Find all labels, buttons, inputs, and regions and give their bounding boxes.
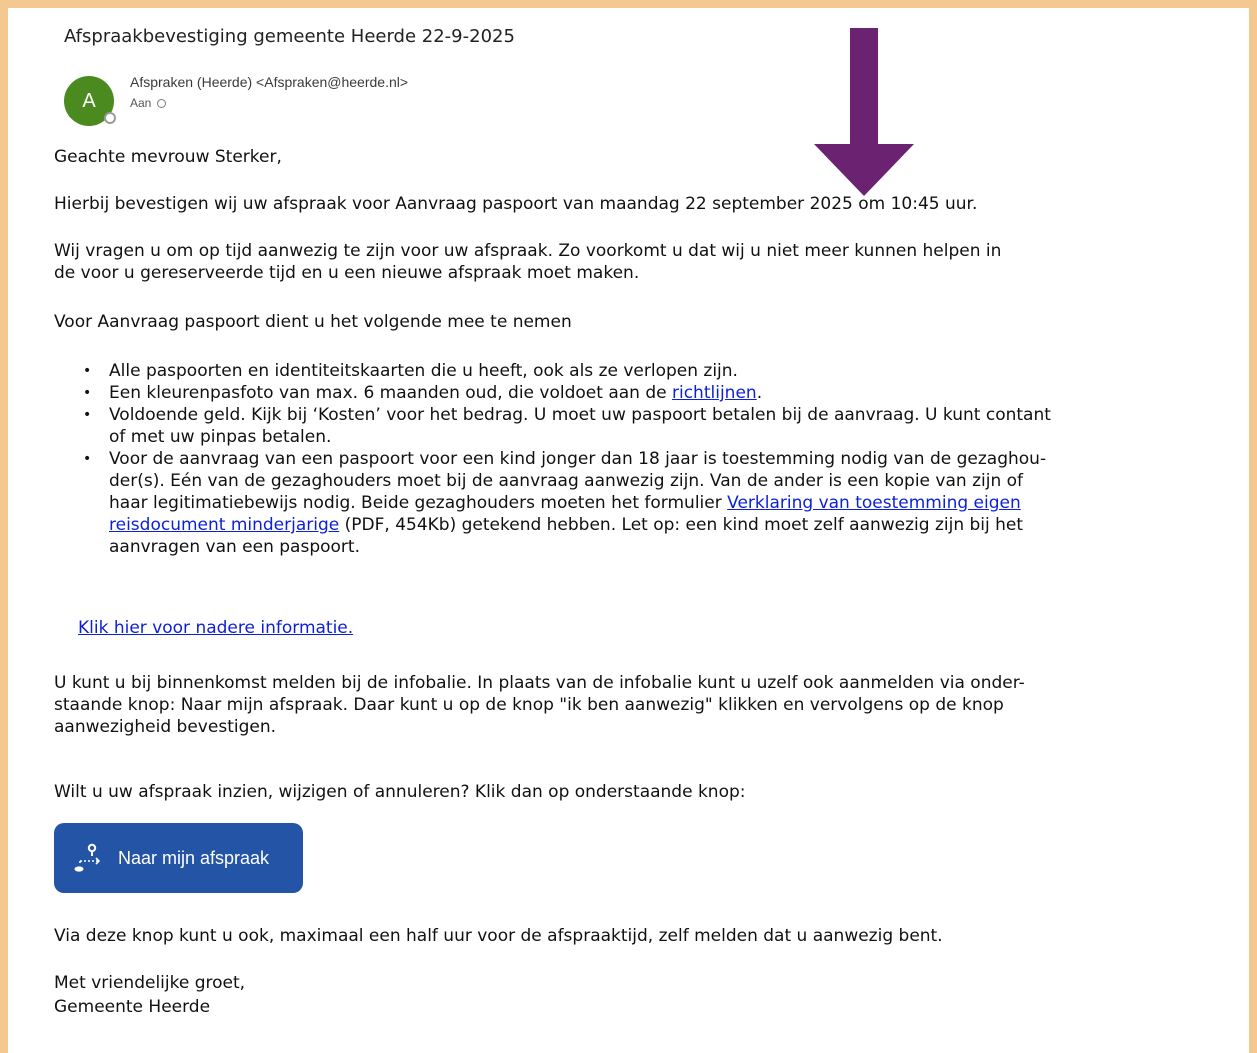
to-label: Aan [130, 96, 152, 110]
list-item: Voldoende geld. Kijk bij ‘Kosten’ voor h… [54, 404, 1194, 448]
change-prompt: Wilt u uw afspraak inzien, wijzigen of a… [54, 782, 746, 802]
list-item: Een kleurenpasfoto van max. 6 maanden ou… [54, 382, 1194, 404]
checkin-line-3: aanwezigheid bevestigen. [54, 717, 277, 737]
list-item-line: of met uw pinpas betalen. [109, 427, 332, 447]
list-item-text: . [756, 383, 763, 403]
recipient-status-icon[interactable] [157, 98, 167, 108]
email-subject: Afspraakbevestiging gemeente Heerde 22-9… [64, 26, 515, 47]
recipient-line: Aan [130, 96, 167, 110]
more-info-link[interactable]: Klik hier voor nadere informatie. [78, 618, 353, 638]
checkin-line-1: U kunt u bij binnenkomst melden bij de i… [54, 673, 1025, 693]
list-item-line: Voldoende geld. Kijk bij ‘Kosten’ voor h… [109, 405, 1051, 425]
presence-status-icon [104, 112, 116, 124]
list-item: Voor de aanvraag van een paspoort voor e… [54, 448, 1194, 558]
list-item-line: der(s). Eén van de gezaghouders moet bij… [109, 471, 1024, 491]
sender-address[interactable]: Afspraken (Heerde) <Afspraken@heerde.nl> [130, 74, 408, 90]
signature: Gemeente Heerde [54, 997, 211, 1017]
down-arrow-icon [814, 28, 914, 196]
list-item-line: haar legitimatiebewijs nodig. Beide geza… [109, 492, 1194, 514]
closing: Met vriendelijke groet, [54, 973, 246, 993]
consent-form-link[interactable]: Verklaring van toestemming eigen [727, 493, 1021, 513]
list-item-line: Voor de aanvraag van een paspoort voor e… [109, 449, 1047, 469]
on-time-paragraph: Wij vragen u om op tijd aanwezig te zijn… [54, 240, 1194, 284]
bring-intro: Voor Aanvraag paspoort dient u het volge… [54, 312, 572, 332]
avatar-initial: A [82, 89, 96, 112]
list-item-text: (PDF, 454Kb) getekend hebben. Let op: ee… [339, 515, 1024, 535]
location-route-icon [74, 843, 101, 872]
list-item-text: haar legitimatiebewijs nodig. Beide geza… [109, 493, 728, 513]
confirmation-text: Hierbij bevestigen wij uw afspraak voor … [54, 194, 978, 214]
button-note: Via deze knop kunt u ook, maximaal een h… [54, 926, 943, 946]
guidelines-link[interactable]: richtlijnen [672, 383, 757, 403]
greeting: Geachte mevrouw Sterker, [54, 147, 282, 167]
checkin-paragraph: U kunt u bij binnenkomst melden bij de i… [54, 672, 1194, 738]
list-item-line: aanvragen van een paspoort. [109, 537, 360, 557]
button-label: Naar mijn afspraak [118, 847, 270, 868]
checkin-line-2: staande knop: Naar mijn afspraak. Daar k… [54, 695, 1004, 715]
list-item-text: Alle paspoorten en identiteitskaarten di… [109, 361, 738, 381]
list-item-text: Een kleurenpasfoto van max. 6 maanden ou… [109, 383, 672, 403]
list-item: Alle paspoorten en identiteitskaarten di… [54, 360, 1194, 382]
requirements-list: Alle paspoorten en identiteitskaarten di… [54, 360, 1194, 558]
consent-form-link-continued[interactable]: reisdocument minderjarige [109, 515, 339, 535]
my-appointment-button[interactable]: Naar mijn afspraak [54, 823, 303, 893]
on-time-line-1: Wij vragen u om op tijd aanwezig te zijn… [54, 241, 1002, 261]
list-item-line: reisdocument minderjarige (PDF, 454Kb) g… [109, 514, 1194, 536]
on-time-line-2: de voor u gereserveerde tijd en u een ni… [54, 263, 640, 283]
